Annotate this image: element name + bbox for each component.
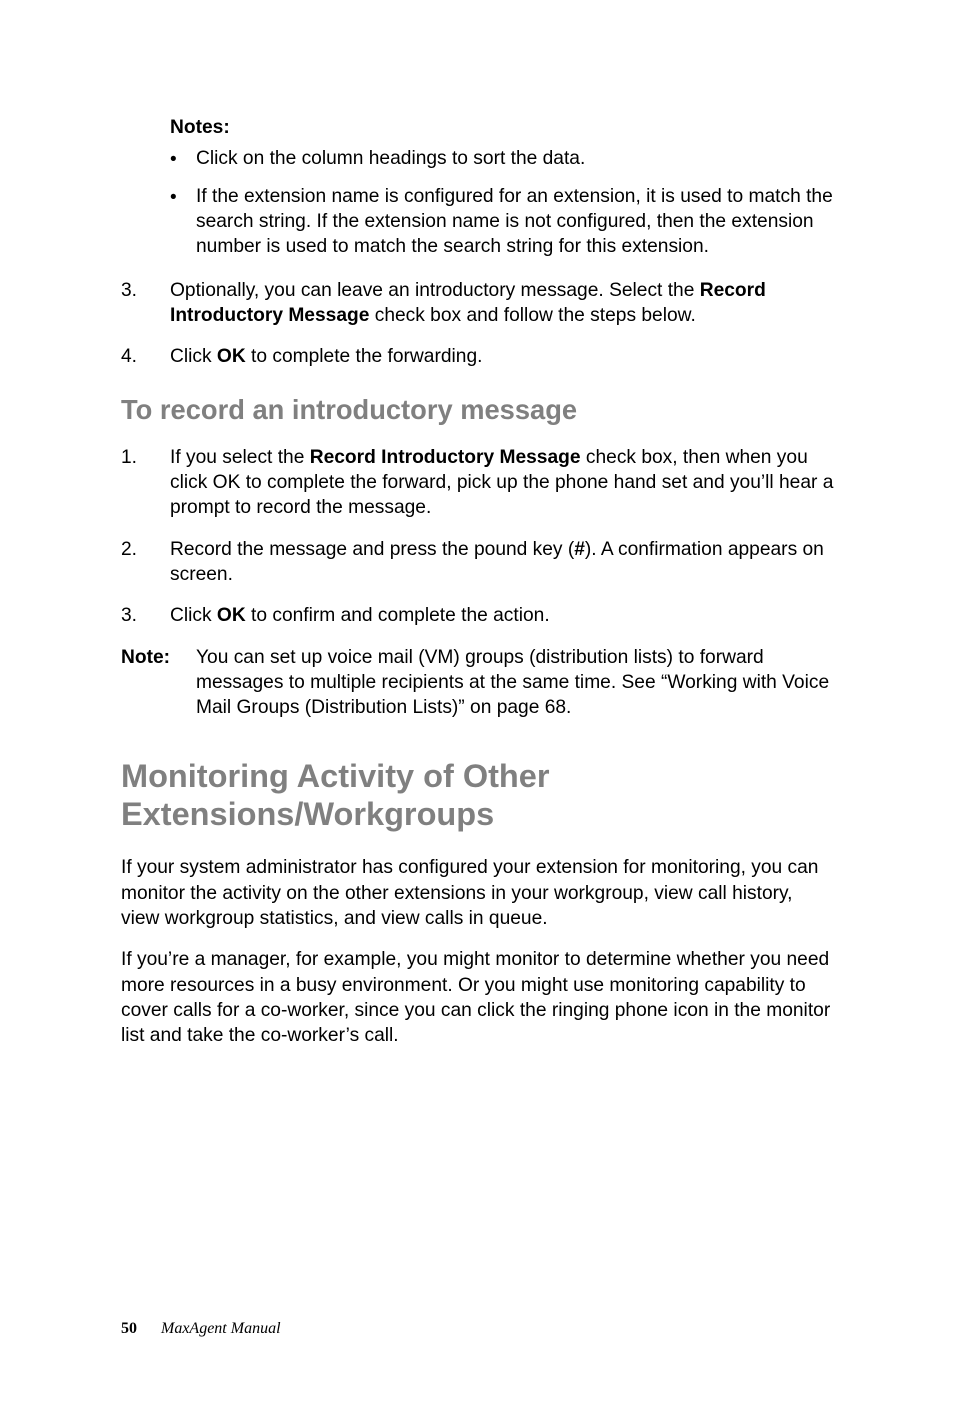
step-text-post: to confirm and complete the action. <box>246 605 550 626</box>
page-container: Notes: Click on the column headings to s… <box>0 0 954 1411</box>
page-number: 50 <box>121 1320 137 1337</box>
document-title: MaxAgent Manual <box>161 1320 281 1337</box>
step-text-post: check box and follow the steps below. <box>369 305 695 326</box>
step-text-bold: OK <box>217 346 246 367</box>
heading-text: To record an introductory message <box>121 394 577 425</box>
paragraph-text: If your system administrator has configu… <box>121 857 818 929</box>
list-item: If the extension name is configured for … <box>170 184 836 260</box>
list-item: 4. Click OK to complete the forwarding. <box>121 344 836 369</box>
step-number: 1. <box>121 445 137 470</box>
step-text-bold: # <box>574 539 585 560</box>
step-text-pre: Record the message and press the pound k… <box>170 539 574 560</box>
list-item: 2. Record the message and press the poun… <box>121 537 836 588</box>
step-text-bold: OK <box>217 605 246 626</box>
heading-text: Monitoring Activity of Other Extensions/… <box>121 758 550 832</box>
list-item: 3. Optionally, you can leave an introduc… <box>121 278 836 329</box>
step-text-pre: Click <box>170 605 217 626</box>
section-heading-monitoring: Monitoring Activity of Other Extensions/… <box>121 757 836 834</box>
bullet-text: Click on the column headings to sort the… <box>196 148 585 169</box>
notes-heading: Notes: <box>170 115 836 140</box>
section-heading-record: To record an introductory message <box>121 394 836 427</box>
notes-colon: : <box>223 117 229 138</box>
note-label: Note: <box>121 645 170 670</box>
step-text-pre: If you select the <box>170 447 310 468</box>
notes-bullet-list: Click on the column headings to sort the… <box>170 146 836 259</box>
notes-label-text: Notes <box>170 117 223 138</box>
list-item: Click on the column headings to sort the… <box>170 146 836 171</box>
list-item: 1. If you select the Record Introductory… <box>121 445 836 521</box>
record-steps: 1. If you select the Record Introductory… <box>121 445 836 629</box>
step-text-pre: Click <box>170 346 217 367</box>
notes-block: Notes: Click on the column headings to s… <box>121 115 836 260</box>
bullet-text: If the extension name is configured for … <box>196 186 833 258</box>
step-number: 3. <box>121 603 137 628</box>
step-text-bold: Record Introductory Message <box>310 447 581 468</box>
body-paragraph: If your system administrator has configu… <box>121 855 836 931</box>
step-text-pre: Optionally, you can leave an introductor… <box>170 280 700 301</box>
step-number: 4. <box>121 344 137 369</box>
step-number: 3. <box>121 278 137 303</box>
note-block: Note: You can set up voice mail (VM) gro… <box>121 645 836 721</box>
step-number: 2. <box>121 537 137 562</box>
paragraph-text: If you’re a manager, for example, you mi… <box>121 949 830 1046</box>
body-paragraph: If you’re a manager, for example, you mi… <box>121 947 836 1048</box>
note-text: You can set up voice mail (VM) groups (d… <box>196 647 829 719</box>
steps-continued: 3. Optionally, you can leave an introduc… <box>121 278 836 370</box>
step-text-post: to complete the forwarding. <box>246 346 483 367</box>
list-item: 3. Click OK to confirm and complete the … <box>121 603 836 628</box>
page-footer: 50 MaxAgent Manual <box>121 1318 281 1339</box>
